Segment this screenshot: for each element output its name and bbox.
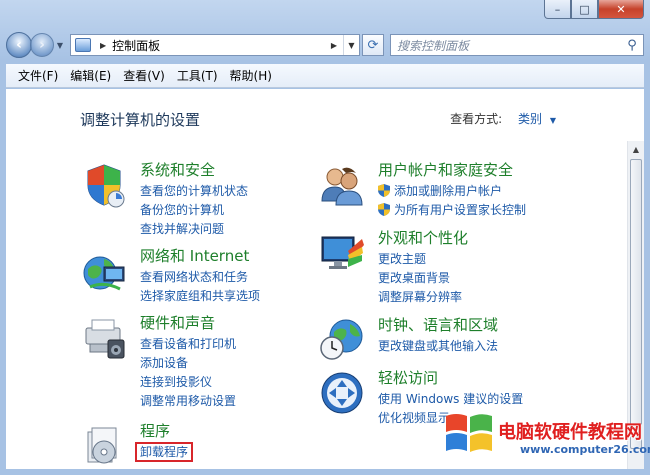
navigation-bar: ‹ › ▼ ▶ 控制面板 ▶ ▼ ⟳ 搜索控制面板 ⚲ bbox=[6, 30, 644, 60]
link-change-theme[interactable]: 更改主题 bbox=[378, 250, 462, 269]
maximize-button[interactable]: □ bbox=[571, 0, 598, 19]
uac-shield-icon bbox=[378, 184, 390, 197]
close-button[interactable]: ✕ bbox=[598, 0, 644, 19]
link-backup-computer[interactable]: 备份您的计算机 bbox=[140, 201, 248, 220]
link-network-status[interactable]: 查看网络状态和任务 bbox=[140, 268, 260, 287]
recent-pages-dropdown[interactable]: ▼ bbox=[54, 41, 66, 50]
windows-logo-watermark bbox=[446, 414, 492, 452]
link-keyboard-input[interactable]: 更改键盘或其他输入法 bbox=[378, 337, 498, 356]
category-title[interactable]: 外观和个性化 bbox=[378, 227, 468, 248]
breadcrumb-chevron-icon[interactable]: ▶ bbox=[100, 41, 106, 50]
network-internet-icon bbox=[83, 256, 125, 291]
window-frame: – □ ✕ ‹ › ▼ ▶ 控制面板 ▶ ▼ ⟳ 搜索控制面板 ⚲ 文件(F) … bbox=[0, 0, 650, 475]
search-icon[interactable]: ⚲ bbox=[621, 38, 643, 53]
link-screen-resolution[interactable]: 调整屏幕分辨率 bbox=[378, 288, 462, 307]
category-title[interactable]: 网络和 Internet bbox=[140, 245, 249, 266]
ease-of-access-icon bbox=[321, 372, 363, 414]
chevron-down-icon[interactable]: ▼ bbox=[550, 116, 556, 125]
scroll-up-icon[interactable]: ▲ bbox=[628, 141, 644, 158]
back-arrow-icon: ‹ bbox=[16, 37, 22, 53]
hardware-sound-icon bbox=[85, 319, 125, 359]
link-desktop-background[interactable]: 更改桌面背景 bbox=[378, 269, 462, 288]
link-add-device[interactable]: 添加设备 bbox=[140, 354, 236, 373]
link-troubleshoot[interactable]: 查找并解决问题 bbox=[140, 220, 248, 239]
menu-tools[interactable]: 工具(T) bbox=[171, 67, 224, 84]
minimize-button[interactable]: – bbox=[544, 0, 571, 19]
page-title: 调整计算机的设置 bbox=[80, 111, 201, 129]
view-by: 查看方式: 类别 ▼ bbox=[450, 110, 556, 127]
menu-bar: 文件(F) 编辑(E) 查看(V) 工具(T) 帮助(H) bbox=[6, 64, 644, 88]
system-security-icon bbox=[87, 164, 125, 208]
search-input[interactable]: 搜索控制面板 bbox=[391, 37, 621, 54]
category-title[interactable]: 时钟、语言和区域 bbox=[378, 314, 498, 335]
link-devices-printers[interactable]: 查看设备和打印机 bbox=[140, 335, 236, 354]
link-homegroup-sharing[interactable]: 选择家庭组和共享选项 bbox=[140, 287, 260, 306]
menu-file[interactable]: 文件(F) bbox=[12, 67, 64, 84]
breadcrumb-chevron-icon[interactable]: ▶ bbox=[331, 41, 337, 50]
watermark-url: www.computer26.com bbox=[520, 443, 650, 456]
highlight-box[interactable]: 卸载程序 bbox=[135, 442, 194, 462]
menu-edit[interactable]: 编辑(E) bbox=[64, 67, 117, 84]
search-box[interactable]: 搜索控制面板 ⚲ bbox=[390, 34, 644, 56]
content-pane: 调整计算机的设置 查看方式: 类别 ▼ 系统和安全 查看您的计算机状态 备份您的… bbox=[6, 89, 644, 469]
programs-icon bbox=[87, 427, 117, 464]
user-accounts-icon bbox=[321, 167, 363, 206]
link-mobility-settings[interactable]: 调整常用移动设置 bbox=[140, 392, 236, 411]
link-label: 添加或删除用户帐户 bbox=[394, 184, 503, 198]
watermark-title: 电脑软硬件教程网 bbox=[498, 422, 642, 443]
menu-view[interactable]: 查看(V) bbox=[117, 67, 171, 84]
appearance-icon bbox=[321, 236, 364, 269]
address-dropdown[interactable]: ▼ bbox=[343, 35, 359, 55]
category-title[interactable]: 用户帐户和家庭安全 bbox=[378, 159, 513, 180]
caption-buttons: – □ ✕ bbox=[544, 0, 644, 19]
back-button[interactable]: ‹ bbox=[6, 32, 32, 58]
link-parental-controls[interactable]: 为所有用户设置家长控制 bbox=[378, 201, 526, 220]
scrollbar-thumb[interactable] bbox=[630, 159, 642, 449]
refresh-button[interactable]: ⟳ bbox=[362, 34, 384, 56]
clock-region-icon bbox=[320, 319, 363, 360]
category-title[interactable]: 系统和安全 bbox=[140, 159, 215, 180]
view-by-dropdown[interactable]: 类别 bbox=[518, 112, 542, 126]
category-title[interactable]: 程序 bbox=[140, 420, 170, 441]
category-title[interactable]: 硬件和声音 bbox=[140, 312, 215, 333]
link-recommended-settings[interactable]: 使用 Windows 建议的设置 bbox=[378, 390, 523, 409]
control-panel-icon bbox=[75, 38, 91, 52]
link-label: 为所有用户设置家长控制 bbox=[394, 203, 527, 217]
breadcrumb-control-panel[interactable]: 控制面板 bbox=[112, 37, 325, 54]
category-title[interactable]: 轻松访问 bbox=[378, 367, 438, 388]
forward-arrow-icon: › bbox=[39, 37, 45, 53]
link-connect-projector[interactable]: 连接到投影仪 bbox=[140, 373, 236, 392]
link-add-remove-accounts[interactable]: 添加或删除用户帐户 bbox=[378, 182, 526, 201]
refresh-icon: ⟳ bbox=[367, 37, 379, 53]
forward-button[interactable]: › bbox=[30, 33, 54, 57]
link-view-computer-status[interactable]: 查看您的计算机状态 bbox=[140, 182, 248, 201]
address-bar[interactable]: ▶ 控制面板 ▶ ▼ bbox=[70, 34, 360, 56]
uac-shield-icon bbox=[378, 203, 390, 216]
link-uninstall-program[interactable]: 卸载程序 bbox=[135, 442, 194, 462]
view-by-label: 查看方式: bbox=[450, 112, 503, 126]
menu-help[interactable]: 帮助(H) bbox=[224, 67, 278, 84]
